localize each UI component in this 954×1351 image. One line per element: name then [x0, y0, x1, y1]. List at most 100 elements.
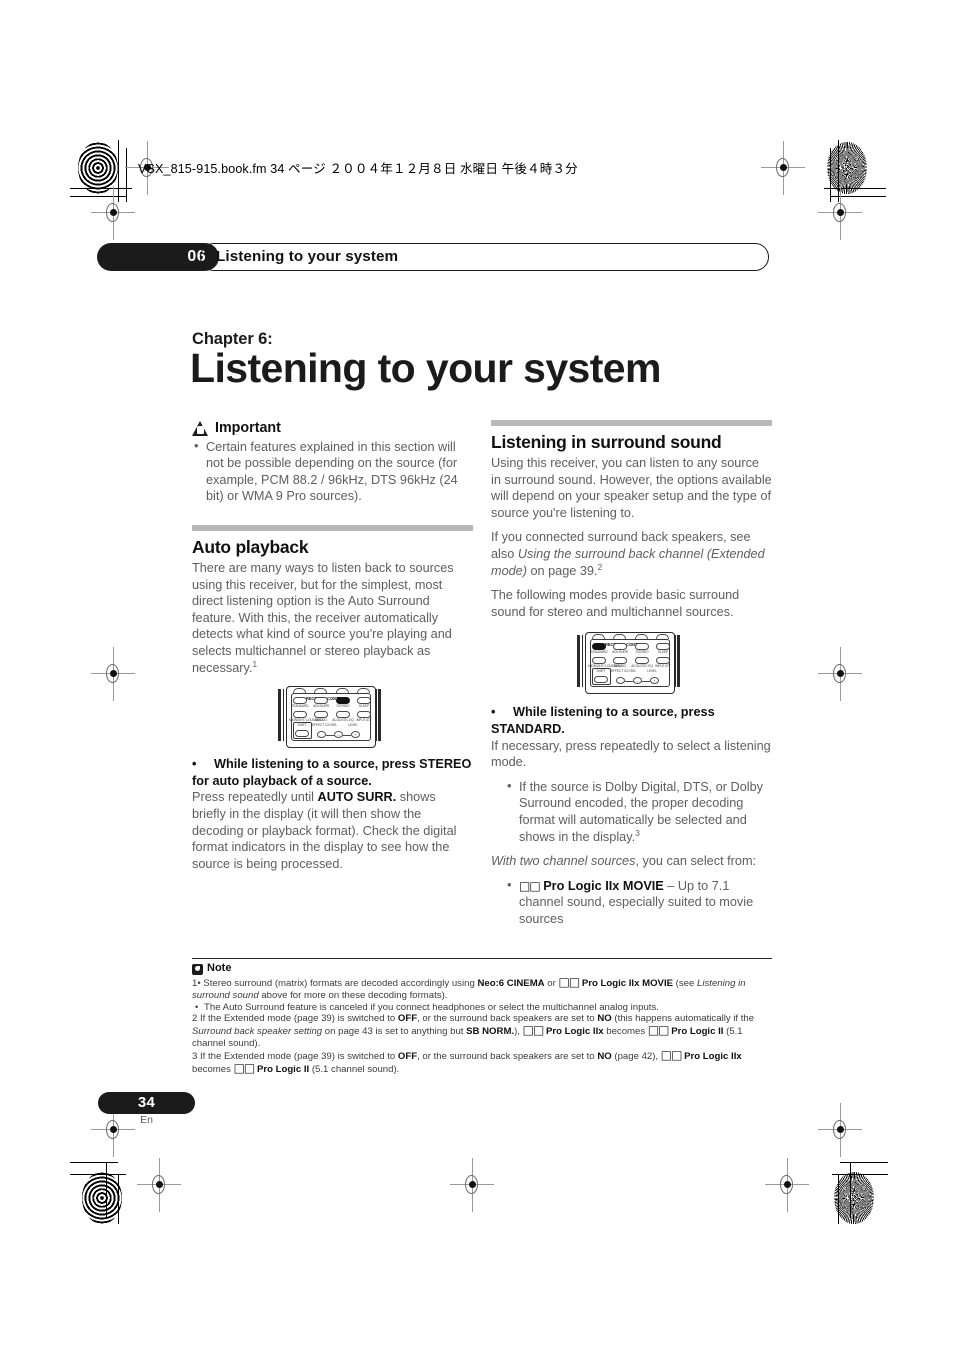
important-bullet-list: Certain features explained in this secti… — [192, 438, 473, 505]
dolby-double-d-icon: □□ — [647, 1023, 670, 1038]
note-heading-label: Note — [207, 962, 232, 975]
running-head-title: Listening to your system — [216, 248, 399, 265]
page-number-badge: 34 — [98, 1092, 195, 1114]
important-heading-label: Important — [215, 420, 281, 436]
note-1-b: or — [544, 978, 559, 990]
surround-para-2: If you connected surround back speakers,… — [491, 529, 772, 579]
receiver-control-remote-stereo: RECEIVER CONTROL STANDARD ADV.SURR STERE… — [276, 686, 386, 749]
registration-mark-middle-left — [91, 647, 135, 701]
note-3-a: If the Extended mode (page 39) is switch… — [197, 1050, 398, 1062]
note-3-b: , or the surround back speakers are set … — [417, 1050, 598, 1062]
registration-mark-lower-right — [818, 1103, 862, 1157]
registration-mark-upper-left — [91, 186, 135, 240]
list-item: □□ Pro Logic IIx MOVIE – Up to 7.1 chann… — [505, 877, 772, 928]
dolby-double-d-icon: □□ — [558, 975, 581, 990]
footnote-ref-1: 1 — [252, 658, 258, 669]
registration-rosette-top-right — [827, 142, 867, 194]
registration-mark-top-right — [761, 141, 805, 195]
registration-mark-bottom-center — [450, 1158, 494, 1212]
note-3-bold-c: Pro Logic IIx — [681, 1050, 742, 1062]
note-2-bold-b: NO — [597, 1013, 612, 1025]
note-1-d: above for more on these decoding formats… — [258, 989, 448, 1001]
note-1-a: • Stereo surround (matrix) formats are d… — [197, 978, 478, 990]
note-1-bold-a: Neo:6 CINEMA — [477, 978, 545, 990]
note-rule — [192, 958, 772, 960]
note-2-bold-a: OFF — [397, 1013, 418, 1025]
section-heading-surround: Listening in surround sound — [491, 432, 722, 452]
registration-rosette-bottom-left — [82, 1172, 122, 1224]
running-head: 06 Listening to your system — [97, 243, 769, 271]
surround-sub-bullets: If the source is Dolby Digital, DTS, or … — [491, 778, 772, 845]
note-3-d: becomes — [192, 1063, 234, 1075]
list-item: Certain features explained in this secti… — [192, 438, 473, 505]
remote-button-advsurr-label: ADV.SURR — [612, 649, 628, 654]
remote-button-standard-label: STANDARD — [291, 703, 309, 708]
remote-button-advsurr-label: ADV.SURR — [313, 703, 329, 708]
remote-button-sleep-label: SLEEP — [358, 703, 370, 708]
note-3-e: (5.1 channel sound). — [309, 1063, 400, 1075]
dolby-double-d-icon: □□ — [233, 1060, 256, 1075]
remote-button-shift[interactable] — [295, 730, 309, 738]
note-item-3: 3 If the Extended mode (page 39) is swit… — [192, 1047, 772, 1076]
dolby-double-d-icon: □□ — [519, 878, 541, 893]
footnote-ref-2: 2 — [597, 561, 603, 572]
note-2-c: (this happens automatically if the — [611, 1013, 755, 1025]
registration-mark-middle-right — [818, 647, 862, 701]
remote-level-label: LEVEL — [348, 723, 358, 728]
instruction-stereo: • While listening to a source, press STER… — [192, 756, 473, 789]
option-label: Pro Logic IIx MOVIE — [543, 878, 664, 893]
note-2-d: on page 43 is set to anything but — [322, 1026, 467, 1038]
warning-triangle-icon — [192, 420, 209, 436]
auto-playback-body-text: There are many ways to listen back to so… — [192, 560, 454, 675]
registration-mark-upper-right — [818, 186, 862, 240]
note-1-c: (see — [673, 978, 698, 990]
remote-button-input-att-label: INPUT ATT — [356, 717, 372, 722]
remote-button-sleep-label: SLEEP — [657, 649, 669, 654]
dolby-double-d-icon: □□ — [660, 1047, 683, 1062]
registration-rosette-bottom-right — [834, 1172, 874, 1224]
two-channel-italic: With two channel sources — [491, 854, 636, 869]
right-column: Listening in surround sound Using this r… — [491, 420, 772, 935]
instruction-standard-text: While listening to a source, press STAND… — [491, 705, 715, 736]
receiver-control-remote-standard: RECEIVER CONTROL STANDARD ADV.SURR STERE… — [575, 632, 685, 695]
surround-para-1: Using this receiver, you can listen to a… — [491, 456, 772, 520]
note-2-a: If the Extended mode (page 39) is switch… — [197, 1013, 398, 1025]
remote-button-dialog-label: DIALOG — [315, 717, 327, 722]
remote-button-effect-chsel-label: EFFECT /CH SEL — [611, 669, 637, 674]
registration-mark-bottom-right — [765, 1158, 809, 1212]
instruction-stereo-text: While listening to a source, press STERE… — [192, 757, 472, 788]
remote-button-shift[interactable] — [594, 676, 608, 684]
note-item-1-sub: The Auto Surround feature is canceled if… — [192, 1002, 772, 1014]
note-2-e: ), — [514, 1026, 523, 1038]
instruction-bullet: • — [491, 705, 496, 720]
surround-para-2-b: on page 39. — [526, 563, 598, 578]
remote-button-stereo-label: STEREO — [635, 649, 649, 654]
registration-rosette-top-left — [78, 142, 118, 194]
note-2-italic: Surround back speaker setting — [192, 1026, 323, 1038]
note-2-bold-c: SB NORM. — [466, 1026, 515, 1038]
remote-button-standard-label: STANDARD — [590, 649, 608, 654]
remote-button-shift-label: SHIFT — [297, 723, 307, 728]
instruction-bullet: • — [192, 757, 197, 772]
two-channel-intro: With two channel sources, you can select… — [491, 853, 772, 870]
note-3-bold-a: OFF — [397, 1050, 418, 1062]
instruction-standard: • While listening to a source, press STAN… — [491, 704, 772, 737]
followup-bold: AUTO SURR. — [317, 790, 397, 805]
note-2-b: , or the surround back speakers are set … — [417, 1013, 598, 1025]
note-1-bold-b: Pro Logic IIx MOVIE — [579, 978, 674, 990]
two-channel-options: □□ Pro Logic IIx MOVIE – Up to 7.1 chann… — [491, 877, 772, 928]
remote-button-dialog-label: DIALOG — [614, 663, 626, 668]
page-title: Listening to your system — [190, 345, 661, 391]
two-channel-rest: , you can select from: — [635, 854, 757, 869]
dolby-double-d-icon: □□ — [522, 1023, 545, 1038]
note-2-bold-d: Pro Logic IIx — [543, 1026, 604, 1038]
note-item-1: 1• Stereo surround (matrix) formats are … — [192, 975, 772, 1002]
note-3-bold-d: Pro Logic II — [254, 1063, 310, 1075]
remote-button-acoustic-eq-label: ACOUSTIC EQ — [631, 663, 653, 668]
section-rule-auto-playback — [192, 524, 473, 531]
section-rule-surround — [491, 420, 772, 426]
sub-bullet-text: If the source is Dolby Digital, DTS, or … — [519, 779, 763, 844]
remote-button-acoustic-eq-label: ACOUSTIC EQ — [332, 717, 354, 722]
list-item: If the source is Dolby Digital, DTS, or … — [505, 778, 772, 845]
followup-part-1: Press repeatedly until — [192, 790, 318, 805]
